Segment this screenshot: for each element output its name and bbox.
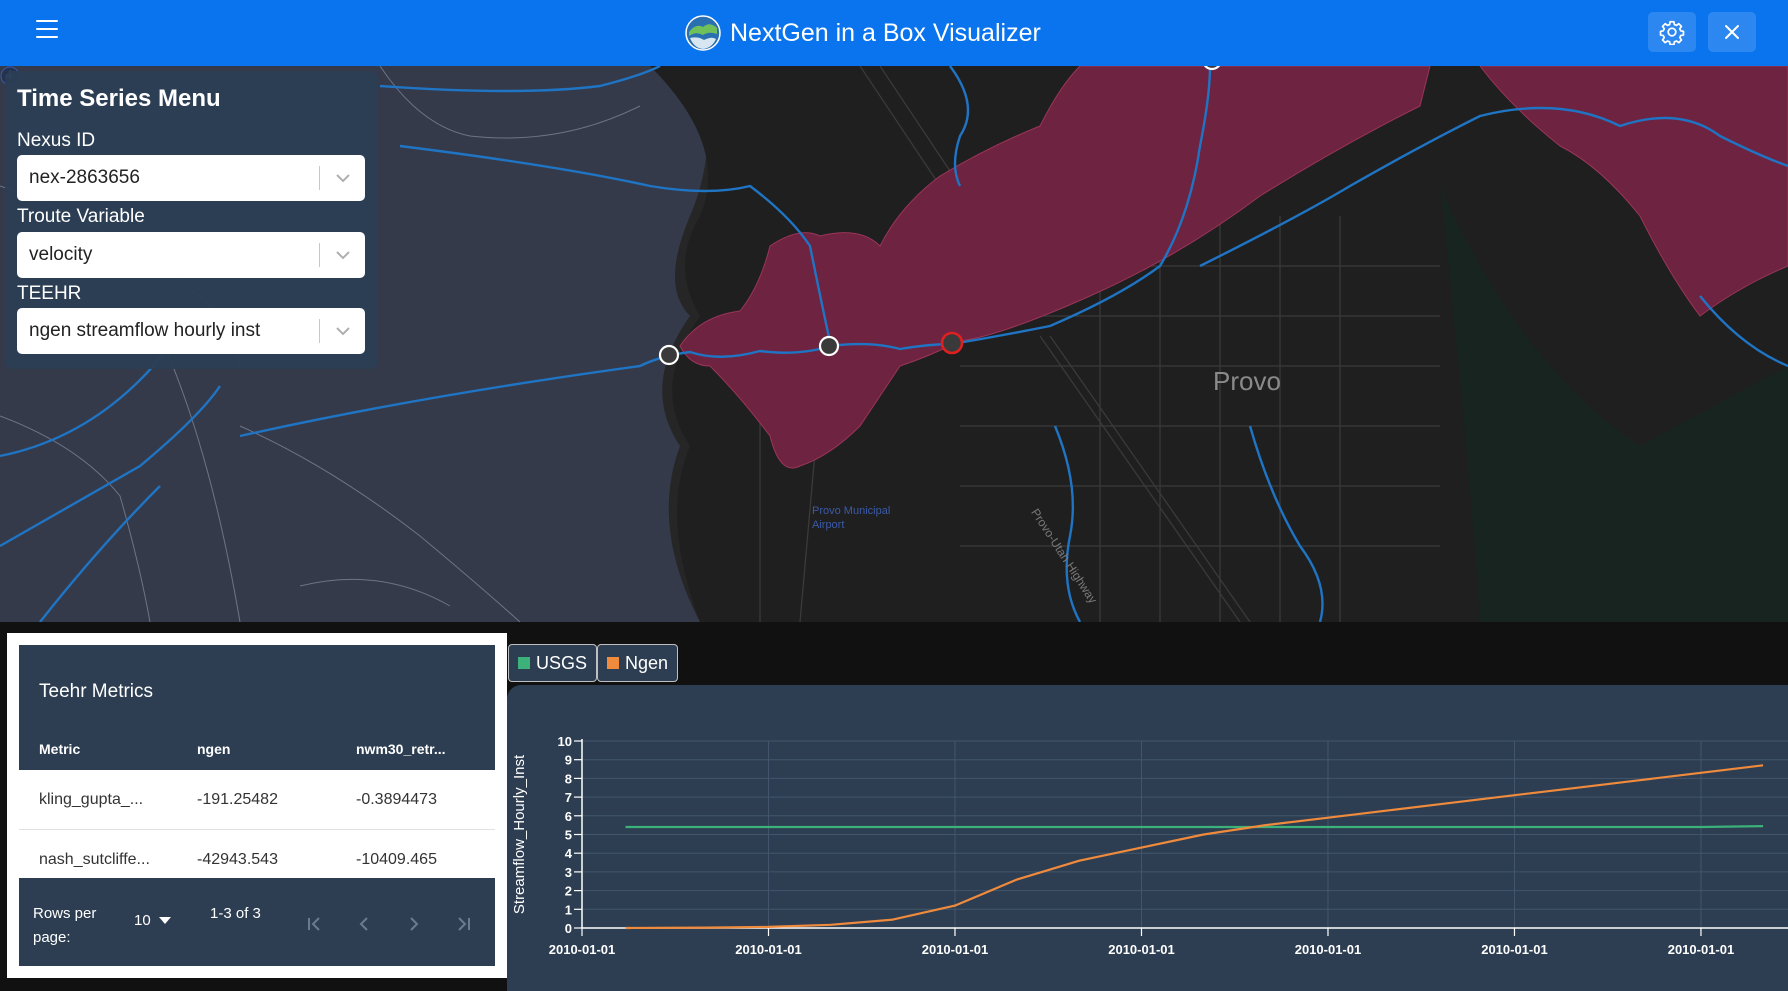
legend-ngen-swatch [607, 657, 619, 669]
time-series-menu: Time Series Menu Nexus ID nex-2863656 Tr… [5, 71, 378, 369]
table-header: Metric ngen nwm30_retr... [19, 720, 495, 770]
x-tick-label: 2010-01-01 [1668, 942, 1735, 957]
y-tick-label: 7 [565, 790, 572, 805]
close-button[interactable] [1708, 12, 1756, 52]
x-tick-label: 2010-01-01 [922, 942, 989, 957]
close-icon [1725, 25, 1739, 39]
legend-usgs-swatch [518, 657, 530, 669]
caret-down-icon [158, 916, 171, 924]
nexus-id-select[interactable]: nex-2863656 [17, 155, 365, 201]
cell-ngen: -42943.543 [197, 851, 278, 868]
metrics-panel: Teehr Metrics Metric ngen nwm30_retr... … [7, 633, 507, 978]
troute-variable-label: Troute Variable [17, 206, 145, 227]
teehr-value: ngen streamflow hourly inst [29, 320, 261, 341]
y-tick-label: 5 [565, 828, 572, 843]
series-line-ngen [625, 764, 1764, 930]
teehr-select[interactable]: ngen streamflow hourly inst [17, 308, 365, 354]
hamburger-icon[interactable] [36, 20, 58, 38]
x-tick-label: 2010-01-01 [1481, 942, 1548, 957]
series-line-usgs [625, 825, 1764, 829]
select-separator [319, 319, 320, 343]
x-tick-label: 2010-01-01 [1108, 942, 1175, 957]
x-tick-label: 2010-01-01 [1295, 942, 1362, 957]
y-tick-label: 9 [565, 753, 572, 768]
column-header-nwm30[interactable]: nwm30_retr... [356, 741, 446, 757]
legend-ngen-label: Ngen [625, 652, 669, 673]
table-pagination: Rows per page: 10 1-3 of 3 [19, 878, 495, 966]
y-tick-label: 10 [558, 734, 572, 749]
select-separator [319, 243, 320, 267]
settings-button[interactable] [1648, 12, 1696, 52]
rows-per-page-value: 10 [134, 912, 151, 929]
y-tick-label: 2 [565, 884, 572, 899]
column-header-metric[interactable]: Metric [39, 741, 80, 757]
x-tick-label: 2010-01-01 [549, 942, 616, 957]
brand: NextGen in a Box Visualizer [684, 11, 1041, 55]
metrics-card: Teehr Metrics Metric ngen nwm30_retr... … [19, 645, 495, 966]
chevron-down-icon[interactable] [335, 324, 351, 338]
cell-metric: kling_gupta_... [39, 791, 144, 808]
legend-ngen[interactable]: Ngen [597, 644, 679, 682]
column-header-ngen[interactable]: ngen [197, 741, 230, 757]
y-tick-label: 6 [565, 809, 572, 824]
y-tick-label: 3 [565, 865, 572, 880]
y-axis-label: Streamflow_Hourly_Inst [511, 754, 528, 914]
metrics-title: Teehr Metrics [39, 681, 154, 702]
y-tick-label: 8 [565, 771, 572, 786]
nexus-id-value: nex-2863656 [29, 167, 140, 188]
cell-ngen: -191.25482 [197, 791, 278, 808]
menu-title: Time Series Menu [17, 85, 221, 112]
city-label: Provo [1213, 366, 1281, 396]
y-tick-label: 0 [565, 921, 572, 936]
legend-usgs-label: USGS [536, 652, 588, 673]
table-row[interactable]: kling_gupta_... -191.25482 -0.3894473 [19, 770, 495, 830]
troute-variable-select[interactable]: velocity [17, 232, 365, 278]
app-title: NextGen in a Box Visualizer [730, 18, 1041, 47]
x-tick-label: 2010-01-01 [735, 942, 802, 957]
table-row[interactable]: nash_sutcliffe... -42943.543 -10409.465 [19, 830, 495, 878]
globe-logo-icon [685, 15, 721, 51]
rows-per-page-label: Rows per page: [33, 905, 97, 946]
next-page-icon[interactable] [404, 914, 424, 934]
page-range-text: 1-3 of 3 [210, 905, 261, 922]
plot-svg[interactable]: 0 1 2 3 4 5 6 7 8 9 10 2010-01-01 2010-01-01 2010-01-… [507, 685, 1788, 991]
app-header: NextGen in a Box Visualizer [0, 0, 1788, 66]
cell-metric: nash_sutcliffe... [39, 851, 150, 868]
first-page-icon[interactable] [304, 914, 324, 934]
legend-usgs[interactable]: USGS [508, 644, 598, 682]
selected-nexus-node[interactable] [940, 331, 964, 355]
nexus-id-label: Nexus ID [17, 130, 96, 151]
chevron-down-icon[interactable] [335, 248, 351, 262]
select-separator [319, 166, 320, 190]
gear-icon [1659, 20, 1685, 45]
y-tick-label: 4 [565, 846, 573, 861]
troute-variable-value: velocity [29, 244, 93, 265]
cell-nwm30: -0.3894473 [356, 791, 437, 808]
timeseries-chart: USGS Ngen 0 1 2 3 4 5 6 7 8 9 10 2010-01-01 2010-01-… [507, 633, 1788, 991]
y-tick-label: 1 [565, 902, 572, 917]
cell-nwm30: -10409.465 [356, 851, 437, 868]
rows-per-page-select[interactable]: 10 [134, 912, 171, 929]
previous-page-icon[interactable] [354, 914, 374, 934]
last-page-icon[interactable] [454, 914, 474, 934]
airport-label: Provo Municipal Airport [812, 505, 891, 531]
teehr-label: TEEHR [17, 283, 82, 304]
chevron-down-icon[interactable] [335, 171, 351, 185]
